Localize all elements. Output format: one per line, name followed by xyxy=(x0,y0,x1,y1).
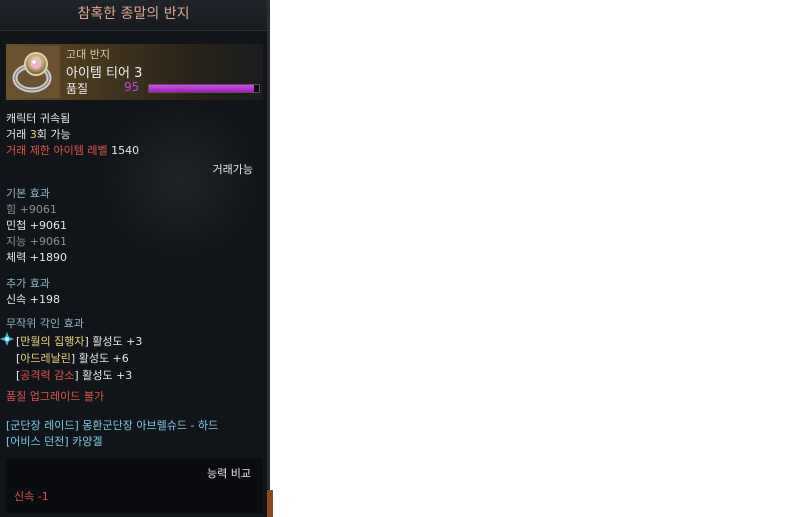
gem-icon xyxy=(0,331,14,346)
trade-level-text: 거래 제한 아이템 레벨 1540 xyxy=(6,144,140,157)
stat-vit: 체력 +1890 xyxy=(6,251,67,264)
no-upgrade-text: 품질 업그레이드 불가 xyxy=(6,390,105,403)
source-raid: [군단장 레이드] 몽환군단장 아브렐슈드 - 하드 xyxy=(6,419,219,432)
stat-dex: 민첩 +9061 xyxy=(6,219,67,232)
compare-stat: 신속 -1 xyxy=(14,490,49,503)
compare-box: 능력 비교 신속 -1 xyxy=(6,458,263,513)
stat-swiftness: 신속 +198 xyxy=(6,293,60,306)
side-accent xyxy=(267,490,273,517)
item-header: 고대 반지 아이템 티어 3 품질 95 xyxy=(6,44,263,100)
quality-bar xyxy=(148,84,260,93)
item-tooltip: 참혹한 종말의 반지 고대 반지 아이템 티어 3 품질 95 캐릭터 귀속됨 … xyxy=(0,0,270,517)
quality-bar-fill xyxy=(149,85,254,92)
stat-str: 힘 +9061 xyxy=(6,203,57,216)
engrave-header: 무작위 각인 효과 xyxy=(6,317,84,330)
bound-text: 캐릭터 귀속됨 xyxy=(6,112,71,125)
quality-value: 95 xyxy=(124,80,140,94)
tradable-text: 거래가능 xyxy=(212,163,253,176)
quality-label: 품질 xyxy=(66,82,89,96)
item-title: 참혹한 종말의 반지 xyxy=(0,0,267,31)
engraving-1: [만월의 집행자] 활성도 +3 xyxy=(16,335,143,348)
engraving-2: [아드레날린] 활성도 +6 xyxy=(16,352,129,365)
source-abyss: [어비스 던전] 카양겔 xyxy=(6,435,103,448)
item-tier: 아이템 티어 3 xyxy=(66,66,143,81)
ring-icon xyxy=(8,46,60,98)
basic-effect-header: 기본 효과 xyxy=(6,187,50,200)
item-grade: 고대 반지 xyxy=(66,48,110,61)
stat-int: 지능 +9061 xyxy=(6,235,67,248)
trade-count-text: 거래 3회 가능 xyxy=(6,128,71,141)
extra-effect-header: 추가 효과 xyxy=(6,277,50,290)
engraving-3: [공격력 감소] 활성도 +3 xyxy=(16,369,133,382)
compare-title: 능력 비교 xyxy=(207,467,251,480)
